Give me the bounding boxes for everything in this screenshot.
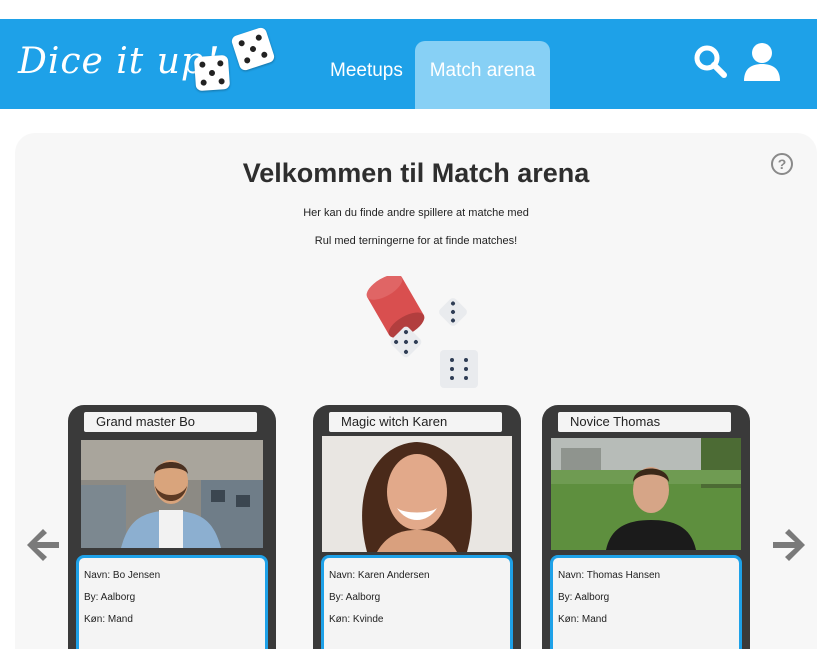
player-photo	[322, 436, 512, 552]
player-city: By: Aalborg	[84, 592, 136, 603]
player-gender: Køn: Mand	[558, 614, 607, 625]
player-city: By: Aalborg	[329, 592, 381, 603]
player-name: Navn: Bo Jensen	[84, 570, 161, 581]
card-info: Navn: Thomas Hansen By: Aalborg Køn: Man…	[550, 555, 742, 649]
page-title: Velkommen til Match arena	[242, 158, 590, 188]
die-icon	[437, 296, 469, 328]
card-title: Magic witch Karen	[329, 412, 502, 432]
subtitle-text: Rul med terningerne for at finde matches…	[314, 235, 518, 247]
player-photo	[81, 440, 263, 548]
player-card[interactable]: Novice Thomas Navn: Thomas Hansen By: Aa…	[542, 405, 750, 649]
card-info: Navn: Bo Jensen By: Aalborg Køn: Mand	[76, 555, 268, 649]
user-icon[interactable]	[742, 41, 782, 83]
header-bar: Dice it up! Meetups Match arena	[0, 19, 817, 109]
player-gender: Køn: Kvinde	[329, 614, 384, 625]
player-city: By: Aalborg	[558, 592, 610, 603]
search-icon[interactable]	[693, 44, 729, 80]
subtitle-text: Her kan du finde andre spillere at match…	[303, 207, 529, 219]
tab-match-arena[interactable]: Match arena	[415, 41, 550, 109]
main-panel: ? Velkommen til Match arena Her kan du f…	[15, 133, 817, 649]
logo-die-icon	[230, 26, 276, 72]
tab-meetups[interactable]: Meetups	[330, 41, 410, 109]
arrow-left-icon[interactable]	[23, 525, 63, 565]
logo-text[interactable]: Dice it up!	[18, 41, 220, 82]
card-title: Grand master Bo	[84, 412, 257, 432]
card-title: Novice Thomas	[558, 412, 731, 432]
roll-dice-button[interactable]	[360, 273, 480, 393]
arrow-right-icon[interactable]	[769, 525, 809, 565]
card-info: Navn: Karen Andersen By: Aalborg Køn: Kv…	[321, 555, 513, 649]
player-photo	[551, 438, 741, 550]
player-card[interactable]: Magic witch Karen Navn: Karen Andersen B…	[313, 405, 521, 649]
player-name: Navn: Thomas Hansen	[558, 570, 661, 581]
player-name: Navn: Karen Andersen	[329, 570, 430, 581]
dice-cup-icon	[366, 276, 425, 338]
player-gender: Køn: Mand	[84, 614, 133, 625]
die-icon	[440, 350, 478, 388]
logo-die-icon	[193, 54, 231, 92]
player-card[interactable]: Grand master Bo Navn: Bo Jensen By: Aalb…	[68, 405, 276, 649]
